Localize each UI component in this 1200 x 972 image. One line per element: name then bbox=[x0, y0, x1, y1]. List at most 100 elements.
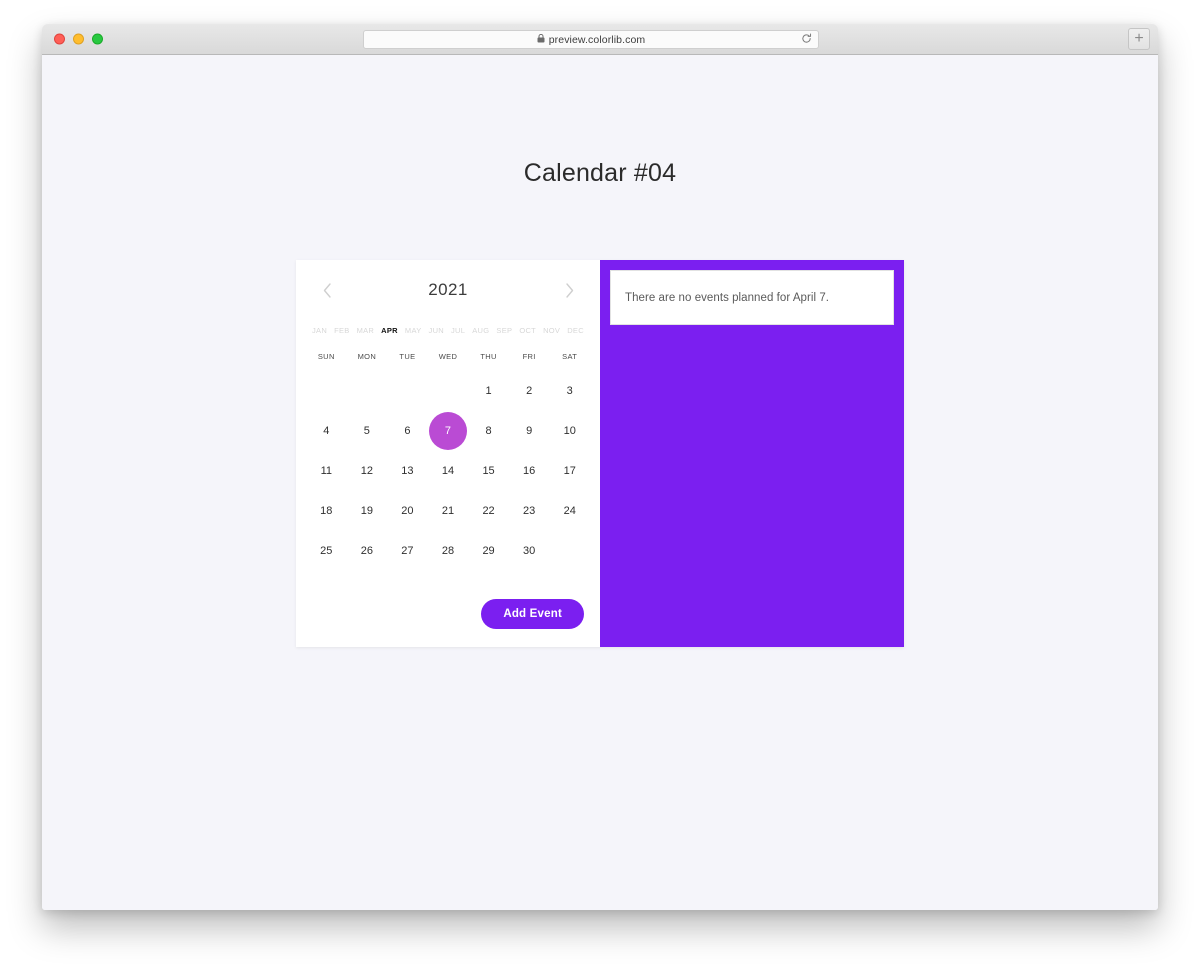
day-number: 15 bbox=[482, 465, 495, 477]
day-cell-15[interactable]: 15 bbox=[468, 451, 509, 491]
day-cell-7[interactable]: 7 bbox=[428, 411, 469, 451]
day-cell-14[interactable]: 14 bbox=[428, 451, 469, 491]
day-cell-5[interactable]: 5 bbox=[347, 411, 388, 451]
day-cell-17[interactable]: 17 bbox=[549, 451, 590, 491]
day-number: 14 bbox=[441, 465, 455, 477]
day-cell-24[interactable]: 24 bbox=[549, 491, 590, 531]
calendar-year: 2021 bbox=[428, 280, 468, 299]
day-cell-10[interactable]: 10 bbox=[549, 411, 590, 451]
month-item-apr[interactable]: APR bbox=[381, 326, 398, 335]
events-message-box: There are no events planned for April 7. bbox=[610, 270, 894, 325]
day-cell-empty bbox=[347, 371, 388, 411]
day-cell-23[interactable]: 23 bbox=[509, 491, 550, 531]
calendar-card: 2021 JAN FEB MAR APR MAY JUN JUL AUG SEP OCT NOV DE… bbox=[296, 260, 600, 647]
day-cell-1[interactable]: 1 bbox=[468, 371, 509, 411]
weekday-label-fri: FRI bbox=[522, 352, 536, 361]
month-item-nov[interactable]: NOV bbox=[543, 326, 560, 335]
weekday-header-row: SUN MON TUE WED THU FRI SAT bbox=[296, 352, 600, 361]
browser-titlebar: preview.colorlib.com + bbox=[42, 24, 1158, 55]
close-window-button[interactable] bbox=[54, 33, 65, 45]
day-cell-30[interactable]: 30 bbox=[509, 531, 550, 571]
day-cell-19[interactable]: 19 bbox=[347, 491, 388, 531]
day-number: 11 bbox=[320, 465, 332, 477]
day-number: 13 bbox=[401, 465, 414, 477]
day-cell-28[interactable]: 28 bbox=[428, 531, 469, 571]
weekday-label-sat: SAT bbox=[562, 352, 578, 361]
day-cell-16[interactable]: 16 bbox=[509, 451, 550, 491]
url-text: preview.colorlib.com bbox=[548, 33, 646, 46]
chevron-left-icon bbox=[323, 282, 331, 298]
day-cell-3[interactable]: 3 bbox=[549, 371, 590, 411]
day-number: 29 bbox=[482, 545, 495, 557]
day-number: 12 bbox=[360, 465, 373, 477]
month-item-may[interactable]: MAY bbox=[405, 326, 422, 335]
weekday-label-mon: MON bbox=[357, 352, 377, 361]
month-item-jan[interactable]: JAN bbox=[312, 326, 327, 335]
day-cell-12[interactable]: 12 bbox=[347, 451, 388, 491]
day-number: 27 bbox=[401, 545, 414, 557]
new-tab-label: + bbox=[1134, 30, 1144, 47]
day-cell-25[interactable]: 25 bbox=[306, 531, 347, 571]
day-cell-26[interactable]: 26 bbox=[347, 531, 388, 571]
day-number: 24 bbox=[563, 505, 576, 517]
day-cell-empty bbox=[428, 371, 469, 411]
month-item-jul[interactable]: JUL bbox=[451, 326, 465, 335]
day-number: 8 bbox=[485, 425, 492, 437]
day-number: 10 bbox=[563, 425, 576, 437]
day-cell-18[interactable]: 18 bbox=[306, 491, 347, 531]
day-number: 18 bbox=[320, 505, 333, 517]
month-item-jun[interactable]: JUN bbox=[429, 326, 444, 335]
lock-icon bbox=[537, 33, 545, 46]
day-number: 23 bbox=[523, 505, 536, 517]
address-bar[interactable]: preview.colorlib.com bbox=[363, 30, 819, 49]
day-number: 30 bbox=[523, 545, 536, 557]
day-cell-empty bbox=[387, 371, 428, 411]
day-number: 21 bbox=[441, 505, 455, 517]
day-cell-20[interactable]: 20 bbox=[387, 491, 428, 531]
day-number: 20 bbox=[401, 505, 414, 517]
add-event-button[interactable]: Add Event bbox=[481, 599, 584, 629]
events-panel: There are no events planned for April 7. bbox=[600, 260, 904, 647]
new-tab-button[interactable]: + bbox=[1128, 28, 1150, 50]
calendar-days-grid[interactable]: 1 2 3 4 5 6 7 8 9 10 11 12 13 14 15 16 17 18 19 20 21 22 23 24 2… bbox=[296, 371, 600, 571]
day-cell-22[interactable]: 22 bbox=[468, 491, 509, 531]
next-year-button[interactable] bbox=[556, 277, 582, 303]
chevron-right-icon bbox=[565, 282, 573, 298]
day-cell-11[interactable]: 11 bbox=[306, 451, 347, 491]
day-cell-2[interactable]: 2 bbox=[509, 371, 550, 411]
calendar-widget: 2021 JAN FEB MAR APR MAY JUN JUL AUG SEP OCT NOV DE… bbox=[296, 260, 904, 647]
day-cell-4[interactable]: 4 bbox=[306, 411, 347, 451]
month-item-feb[interactable]: FEB bbox=[334, 326, 350, 335]
address-bar-content: preview.colorlib.com bbox=[537, 33, 646, 46]
day-number: 9 bbox=[526, 425, 533, 437]
month-item-aug[interactable]: AUG bbox=[472, 326, 489, 335]
month-item-mar[interactable]: MAR bbox=[357, 326, 375, 335]
day-number: 2 bbox=[526, 385, 533, 397]
page-viewport: Calendar #04 2021 JAN FEB MAR APR MAY JU… bbox=[42, 55, 1158, 910]
day-cell-8[interactable]: 8 bbox=[468, 411, 509, 451]
reload-icon[interactable] bbox=[801, 31, 812, 49]
weekday-label-wed: WED bbox=[438, 352, 458, 361]
day-cell-13[interactable]: 13 bbox=[387, 451, 428, 491]
minimize-window-button[interactable] bbox=[73, 33, 84, 45]
day-number: 19 bbox=[360, 505, 373, 517]
prev-year-button[interactable] bbox=[314, 277, 340, 303]
month-item-sep[interactable]: SEP bbox=[496, 326, 512, 335]
month-item-dec[interactable]: DEC bbox=[567, 326, 584, 335]
day-number: 25 bbox=[320, 545, 333, 557]
day-cell-27[interactable]: 27 bbox=[387, 531, 428, 571]
maximize-window-button[interactable] bbox=[92, 33, 103, 45]
day-cell-29[interactable]: 29 bbox=[468, 531, 509, 571]
no-events-message: There are no events planned for April 7. bbox=[625, 291, 830, 304]
month-selector[interactable]: JAN FEB MAR APR MAY JUN JUL AUG SEP OCT NOV DEC bbox=[296, 326, 600, 335]
day-number: 6 bbox=[404, 425, 411, 437]
day-number: 3 bbox=[566, 385, 573, 397]
window-controls bbox=[54, 33, 103, 45]
day-cell-9[interactable]: 9 bbox=[509, 411, 550, 451]
day-cell-21[interactable]: 21 bbox=[428, 491, 469, 531]
day-cell-6[interactable]: 6 bbox=[387, 411, 428, 451]
month-item-oct[interactable]: OCT bbox=[519, 326, 536, 335]
day-number: 28 bbox=[441, 545, 455, 557]
day-number: 17 bbox=[563, 465, 576, 477]
day-number: 1 bbox=[485, 385, 492, 397]
